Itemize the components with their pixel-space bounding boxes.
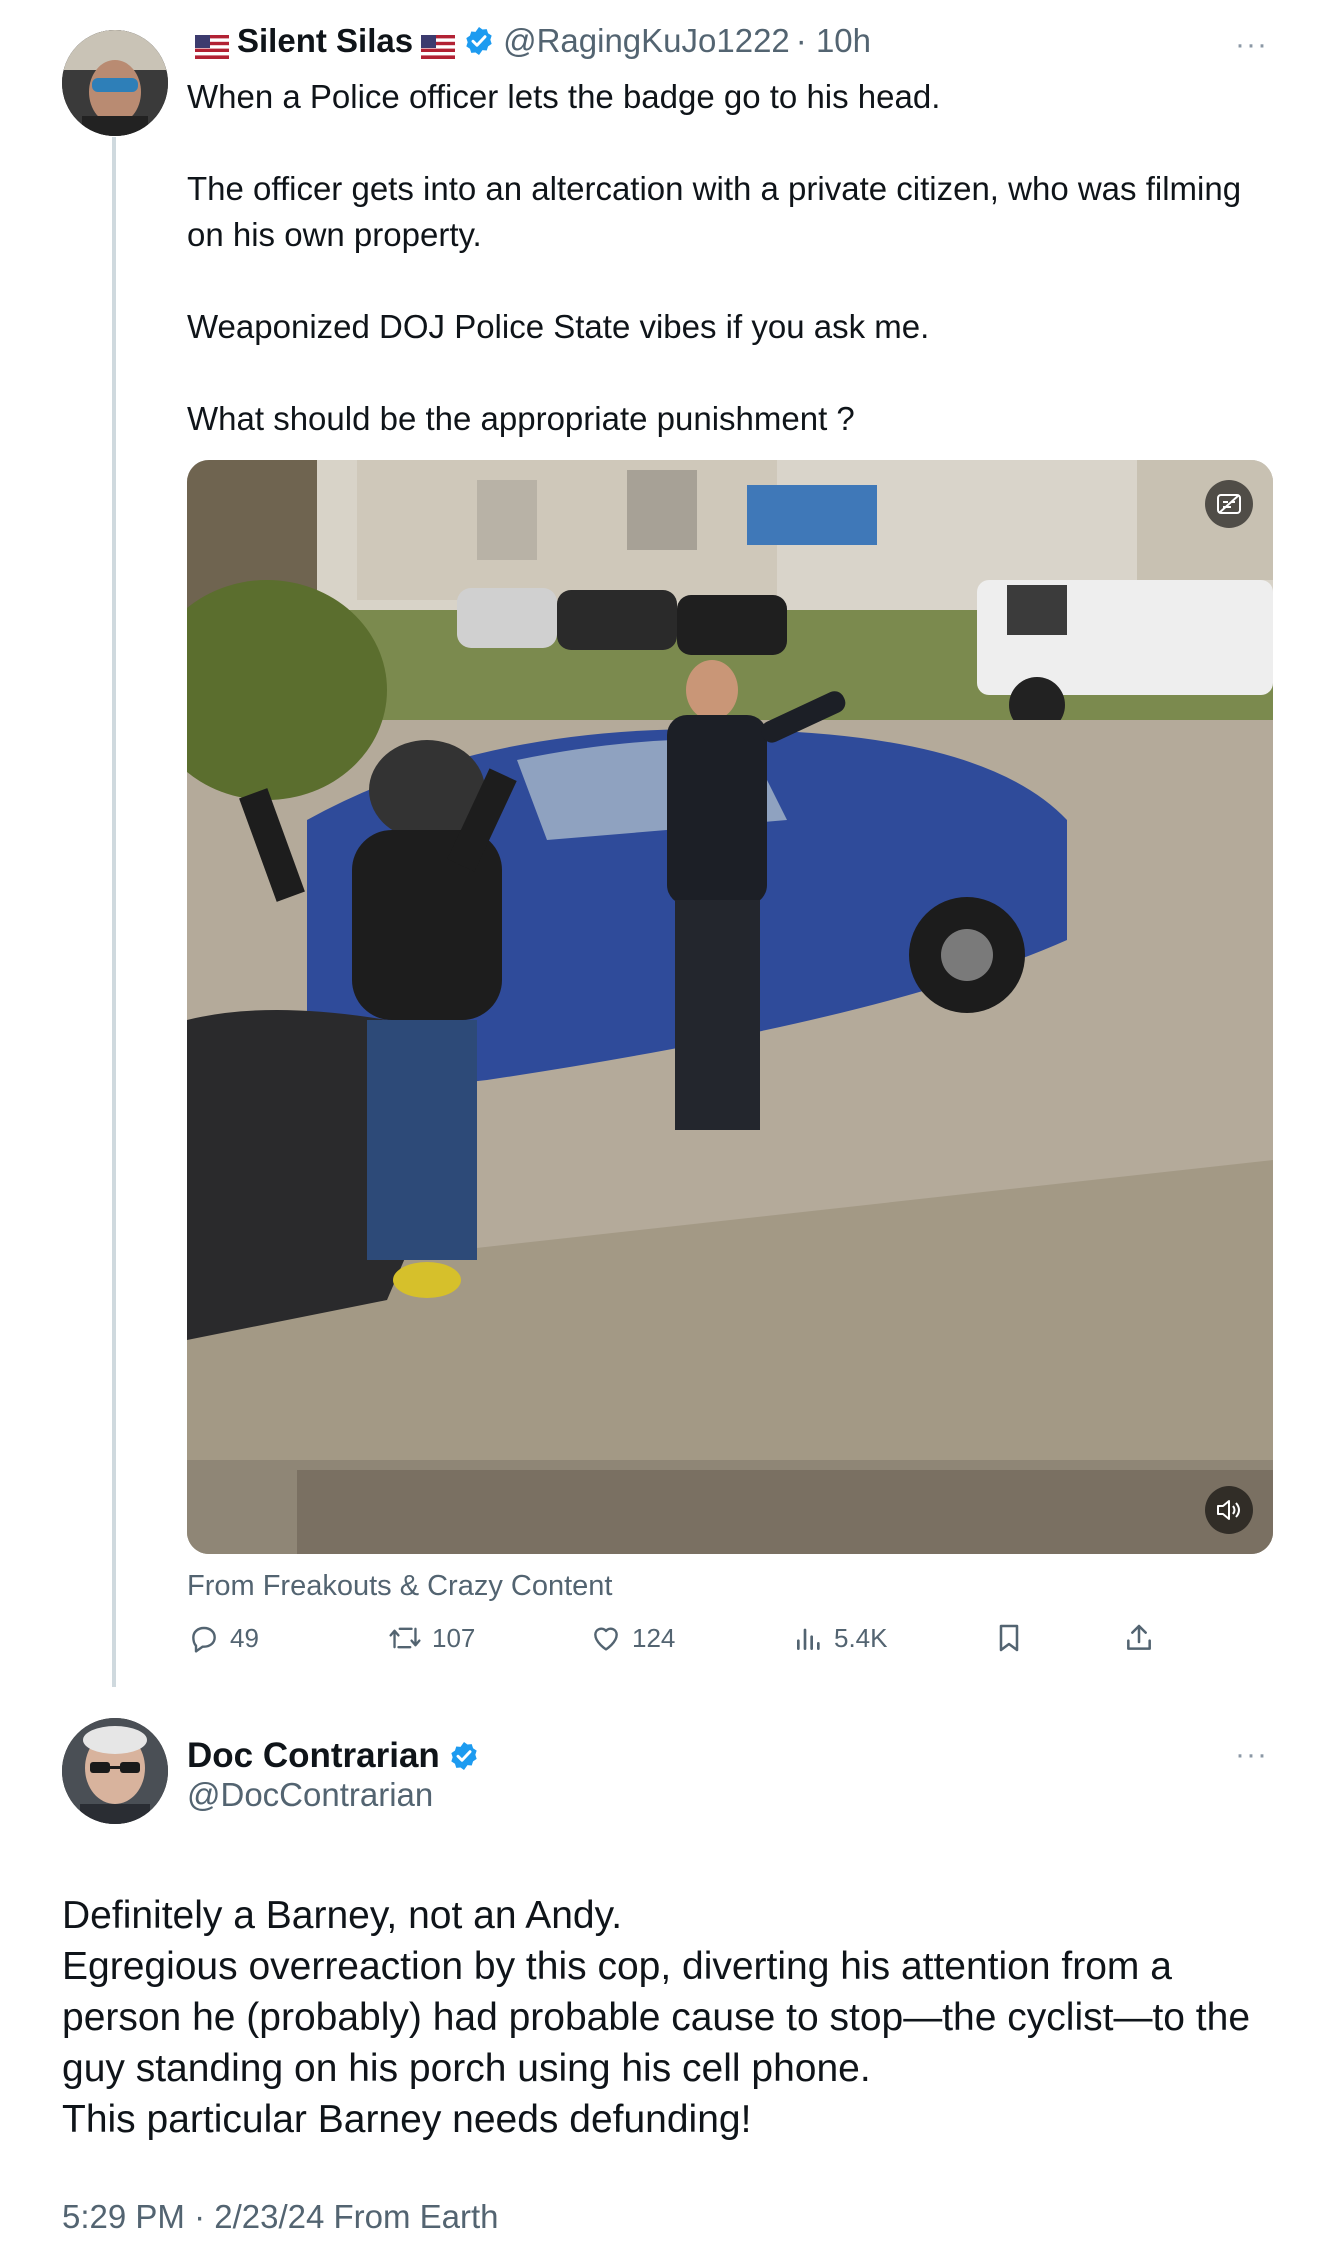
reply-author-avatar[interactable] [62, 1718, 168, 1824]
reply-timestamp[interactable]: 5:29 PM · 2/23/24 From Earth [62, 2198, 499, 2236]
views-button[interactable]: 5.4K [794, 1622, 888, 1654]
video-frame [187, 460, 1273, 1554]
reply-author-name[interactable]: Doc Contrarian [187, 1736, 440, 1776]
tweet-text: When a Police officer lets the badge go … [187, 78, 1242, 437]
more-icon[interactable]: ··· [1235, 28, 1268, 62]
flag-icon [421, 29, 456, 59]
reply-count: 49 [230, 1622, 259, 1653]
reply-button[interactable]: 49 [188, 1622, 259, 1654]
author-name[interactable]: Silent Silas [237, 22, 413, 60]
author-avatar-image [62, 30, 168, 136]
repost-button[interactable]: 107 [388, 1622, 475, 1654]
views-count: 5.4K [834, 1622, 888, 1653]
like-button[interactable]: 124 [590, 1622, 675, 1654]
like-count: 124 [632, 1622, 676, 1653]
tweet-action-bar: 49 107 124 5.4K [0, 1622, 1326, 1672]
tweet-time[interactable]: · 10h [796, 22, 871, 60]
video-source-attribution[interactable]: From Freakouts & Crazy Content [187, 1570, 612, 1603]
tweet-header: Silent Silas @RagingKuJo1222 · 10h [187, 22, 871, 60]
repost-count: 107 [432, 1622, 476, 1653]
author-handle[interactable]: @RagingKuJo1222 [503, 22, 790, 60]
share-icon [1127, 1624, 1151, 1650]
reply-avatar-image [62, 1718, 168, 1824]
verified-icon [448, 1740, 480, 1772]
bookmark-icon [999, 1624, 1019, 1652]
more-icon[interactable]: ··· [1235, 1738, 1268, 1772]
share-button[interactable] [1124, 1622, 1154, 1654]
bookmark-button[interactable] [995, 1622, 1023, 1654]
reply-icon [192, 1626, 216, 1653]
flag-icon [195, 29, 229, 59]
tweet-video[interactable] [187, 460, 1273, 1554]
repost-icon [389, 1627, 421, 1649]
captions-icon[interactable] [1205, 480, 1253, 528]
like-icon [594, 1627, 618, 1651]
thread-connector-line [112, 137, 116, 1687]
author-avatar[interactable] [62, 30, 168, 136]
reply-text: Definitely a Barney, not an Andy. Egregi… [62, 1894, 1251, 2141]
views-icon [797, 1628, 820, 1650]
reply-header: Doc Contrarian [187, 1736, 488, 1776]
verified-icon [463, 25, 495, 57]
reply-author-handle[interactable]: @DocContrarian [187, 1776, 433, 1814]
volume-icon[interactable] [1205, 1486, 1253, 1534]
